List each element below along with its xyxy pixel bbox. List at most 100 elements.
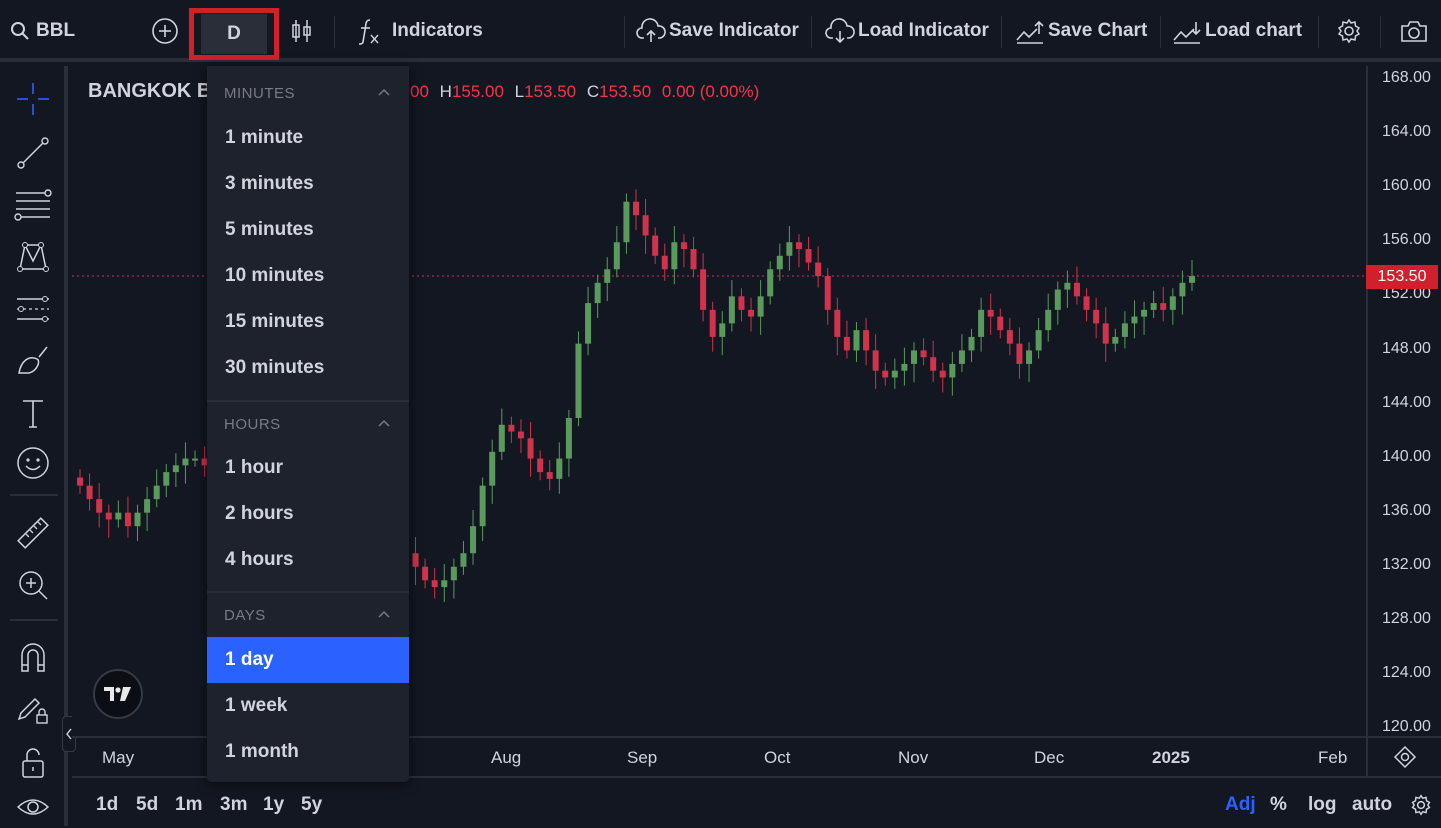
- x-tick-nov: Nov: [898, 748, 929, 767]
- measure-tool[interactable]: [12, 512, 54, 554]
- y-tick: 132.00: [1382, 555, 1431, 573]
- candle: [767, 261, 774, 305]
- hide-drawings-tool[interactable]: [12, 786, 54, 828]
- symbol-search-button[interactable]: BBL: [10, 0, 75, 62]
- save-indicator-label: Save Indicator: [669, 20, 799, 41]
- tv-logo-icon: [104, 687, 131, 701]
- candle: [153, 469, 160, 508]
- pattern-tool[interactable]: [12, 236, 54, 278]
- chevron-up-icon: [378, 419, 390, 427]
- load-indicator-button[interactable]: Load Indicator: [825, 0, 989, 62]
- section-days-title: DAYS: [224, 606, 266, 624]
- candle: [786, 226, 793, 271]
- candle: [556, 442, 563, 494]
- tradingview-logo[interactable]: [93, 669, 143, 719]
- trend-line-tool[interactable]: [12, 132, 54, 174]
- range-5y[interactable]: 5y: [301, 794, 322, 816]
- last-price-label: 153.50: [1366, 265, 1438, 289]
- interval-4-hours[interactable]: 4 hours: [207, 537, 409, 583]
- axis-settings-button[interactable]: [1410, 794, 1432, 821]
- candle: [172, 453, 179, 487]
- x-tick-2025: 2025: [1152, 748, 1190, 767]
- candle: [537, 450, 544, 481]
- load-chart-button[interactable]: Load chart: [1172, 0, 1302, 62]
- interval-10-minutes[interactable]: 10 minutes: [207, 253, 409, 299]
- candle: [604, 257, 611, 302]
- dropdown-divider: [207, 400, 409, 402]
- candle: [105, 504, 112, 538]
- interval-1-day[interactable]: 1 day: [207, 637, 409, 683]
- settings-button[interactable]: [1336, 0, 1362, 62]
- interval-15-minutes[interactable]: 15 minutes: [207, 299, 409, 345]
- candle: [163, 463, 170, 498]
- range-1d[interactable]: 1d: [96, 794, 118, 816]
- range-1m[interactable]: 1m: [175, 794, 202, 816]
- candle: [863, 317, 870, 366]
- range-1y[interactable]: 1y: [263, 794, 284, 816]
- price-axis[interactable]: 168.00 164.00 160.00 156.00 152.00 148.00 144.…: [1366, 66, 1441, 736]
- fib-retracement-tool[interactable]: [12, 184, 54, 226]
- candle: [479, 477, 486, 542]
- candle: [1160, 286, 1167, 322]
- candle: [958, 334, 965, 373]
- auto-toggle[interactable]: auto: [1352, 794, 1392, 816]
- reset-chart-button[interactable]: [1366, 736, 1441, 776]
- chart-type-button[interactable]: [290, 0, 314, 62]
- zoom-in-tool[interactable]: [12, 564, 54, 606]
- interval-1-month[interactable]: 1 month: [207, 729, 409, 775]
- candle: [1131, 300, 1138, 339]
- candle: [565, 409, 572, 477]
- interval-5-minutes[interactable]: 5 minutes: [207, 207, 409, 253]
- section-minutes-header[interactable]: MINUTES: [207, 74, 409, 112]
- lock-all-tool[interactable]: [12, 742, 54, 784]
- section-hours-header[interactable]: HOURS: [207, 405, 409, 443]
- magnet-tool[interactable]: [12, 636, 54, 678]
- candle: [805, 236, 812, 271]
- interval-2-hours[interactable]: 2 hours: [207, 491, 409, 537]
- candle: [1035, 317, 1042, 359]
- brush-tool[interactable]: [12, 340, 54, 382]
- candle: [843, 320, 850, 359]
- high-value: 155.00: [451, 82, 504, 101]
- log-toggle[interactable]: log: [1308, 794, 1337, 816]
- emoji-tool[interactable]: [12, 442, 54, 484]
- candle: [431, 568, 438, 599]
- candle: [824, 267, 831, 325]
- candle: [1093, 297, 1100, 339]
- crosshair-icon: [17, 83, 49, 115]
- candle: [575, 331, 582, 427]
- candle: [968, 328, 975, 362]
- dropdown-divider: [207, 591, 409, 593]
- candle: [1006, 317, 1013, 356]
- chart-download-icon: [1173, 22, 1201, 44]
- forecast-tool[interactable]: [12, 288, 54, 330]
- interval-3-minutes[interactable]: 3 minutes: [207, 161, 409, 207]
- crosshair-tool[interactable]: [12, 78, 54, 120]
- indicators-button[interactable]: Indicators: [356, 0, 483, 62]
- save-chart-button[interactable]: Save Chart: [1015, 0, 1147, 62]
- candle: [1073, 266, 1080, 305]
- low-label: L: [514, 82, 525, 101]
- candle: [1016, 327, 1023, 379]
- lock-drawings-tool[interactable]: [12, 688, 54, 730]
- interval-30-minutes[interactable]: 30 minutes: [207, 345, 409, 391]
- candle: [719, 311, 726, 356]
- interval-1-minute[interactable]: 1 minute: [207, 115, 409, 161]
- range-3m[interactable]: 3m: [220, 794, 247, 816]
- section-days-header[interactable]: DAYS: [207, 596, 409, 634]
- y-tick: 136.00: [1382, 501, 1431, 519]
- adj-toggle[interactable]: Adj: [1225, 794, 1256, 816]
- interval-button[interactable]: D: [189, 8, 279, 60]
- compare-symbol-button[interactable]: [151, 0, 179, 62]
- candle: [86, 473, 93, 511]
- candle: [517, 419, 524, 454]
- text-tool[interactable]: [12, 392, 54, 434]
- screenshot-button[interactable]: [1399, 0, 1429, 62]
- cloud-upload-icon: [636, 18, 666, 42]
- chart-upload-icon: [1016, 20, 1044, 44]
- interval-1-hour[interactable]: 1 hour: [207, 445, 409, 491]
- interval-1-week[interactable]: 1 week: [207, 683, 409, 729]
- percent-toggle[interactable]: %: [1270, 794, 1287, 816]
- range-5d[interactable]: 5d: [136, 794, 158, 816]
- save-indicator-button[interactable]: Save Indicator: [636, 0, 799, 62]
